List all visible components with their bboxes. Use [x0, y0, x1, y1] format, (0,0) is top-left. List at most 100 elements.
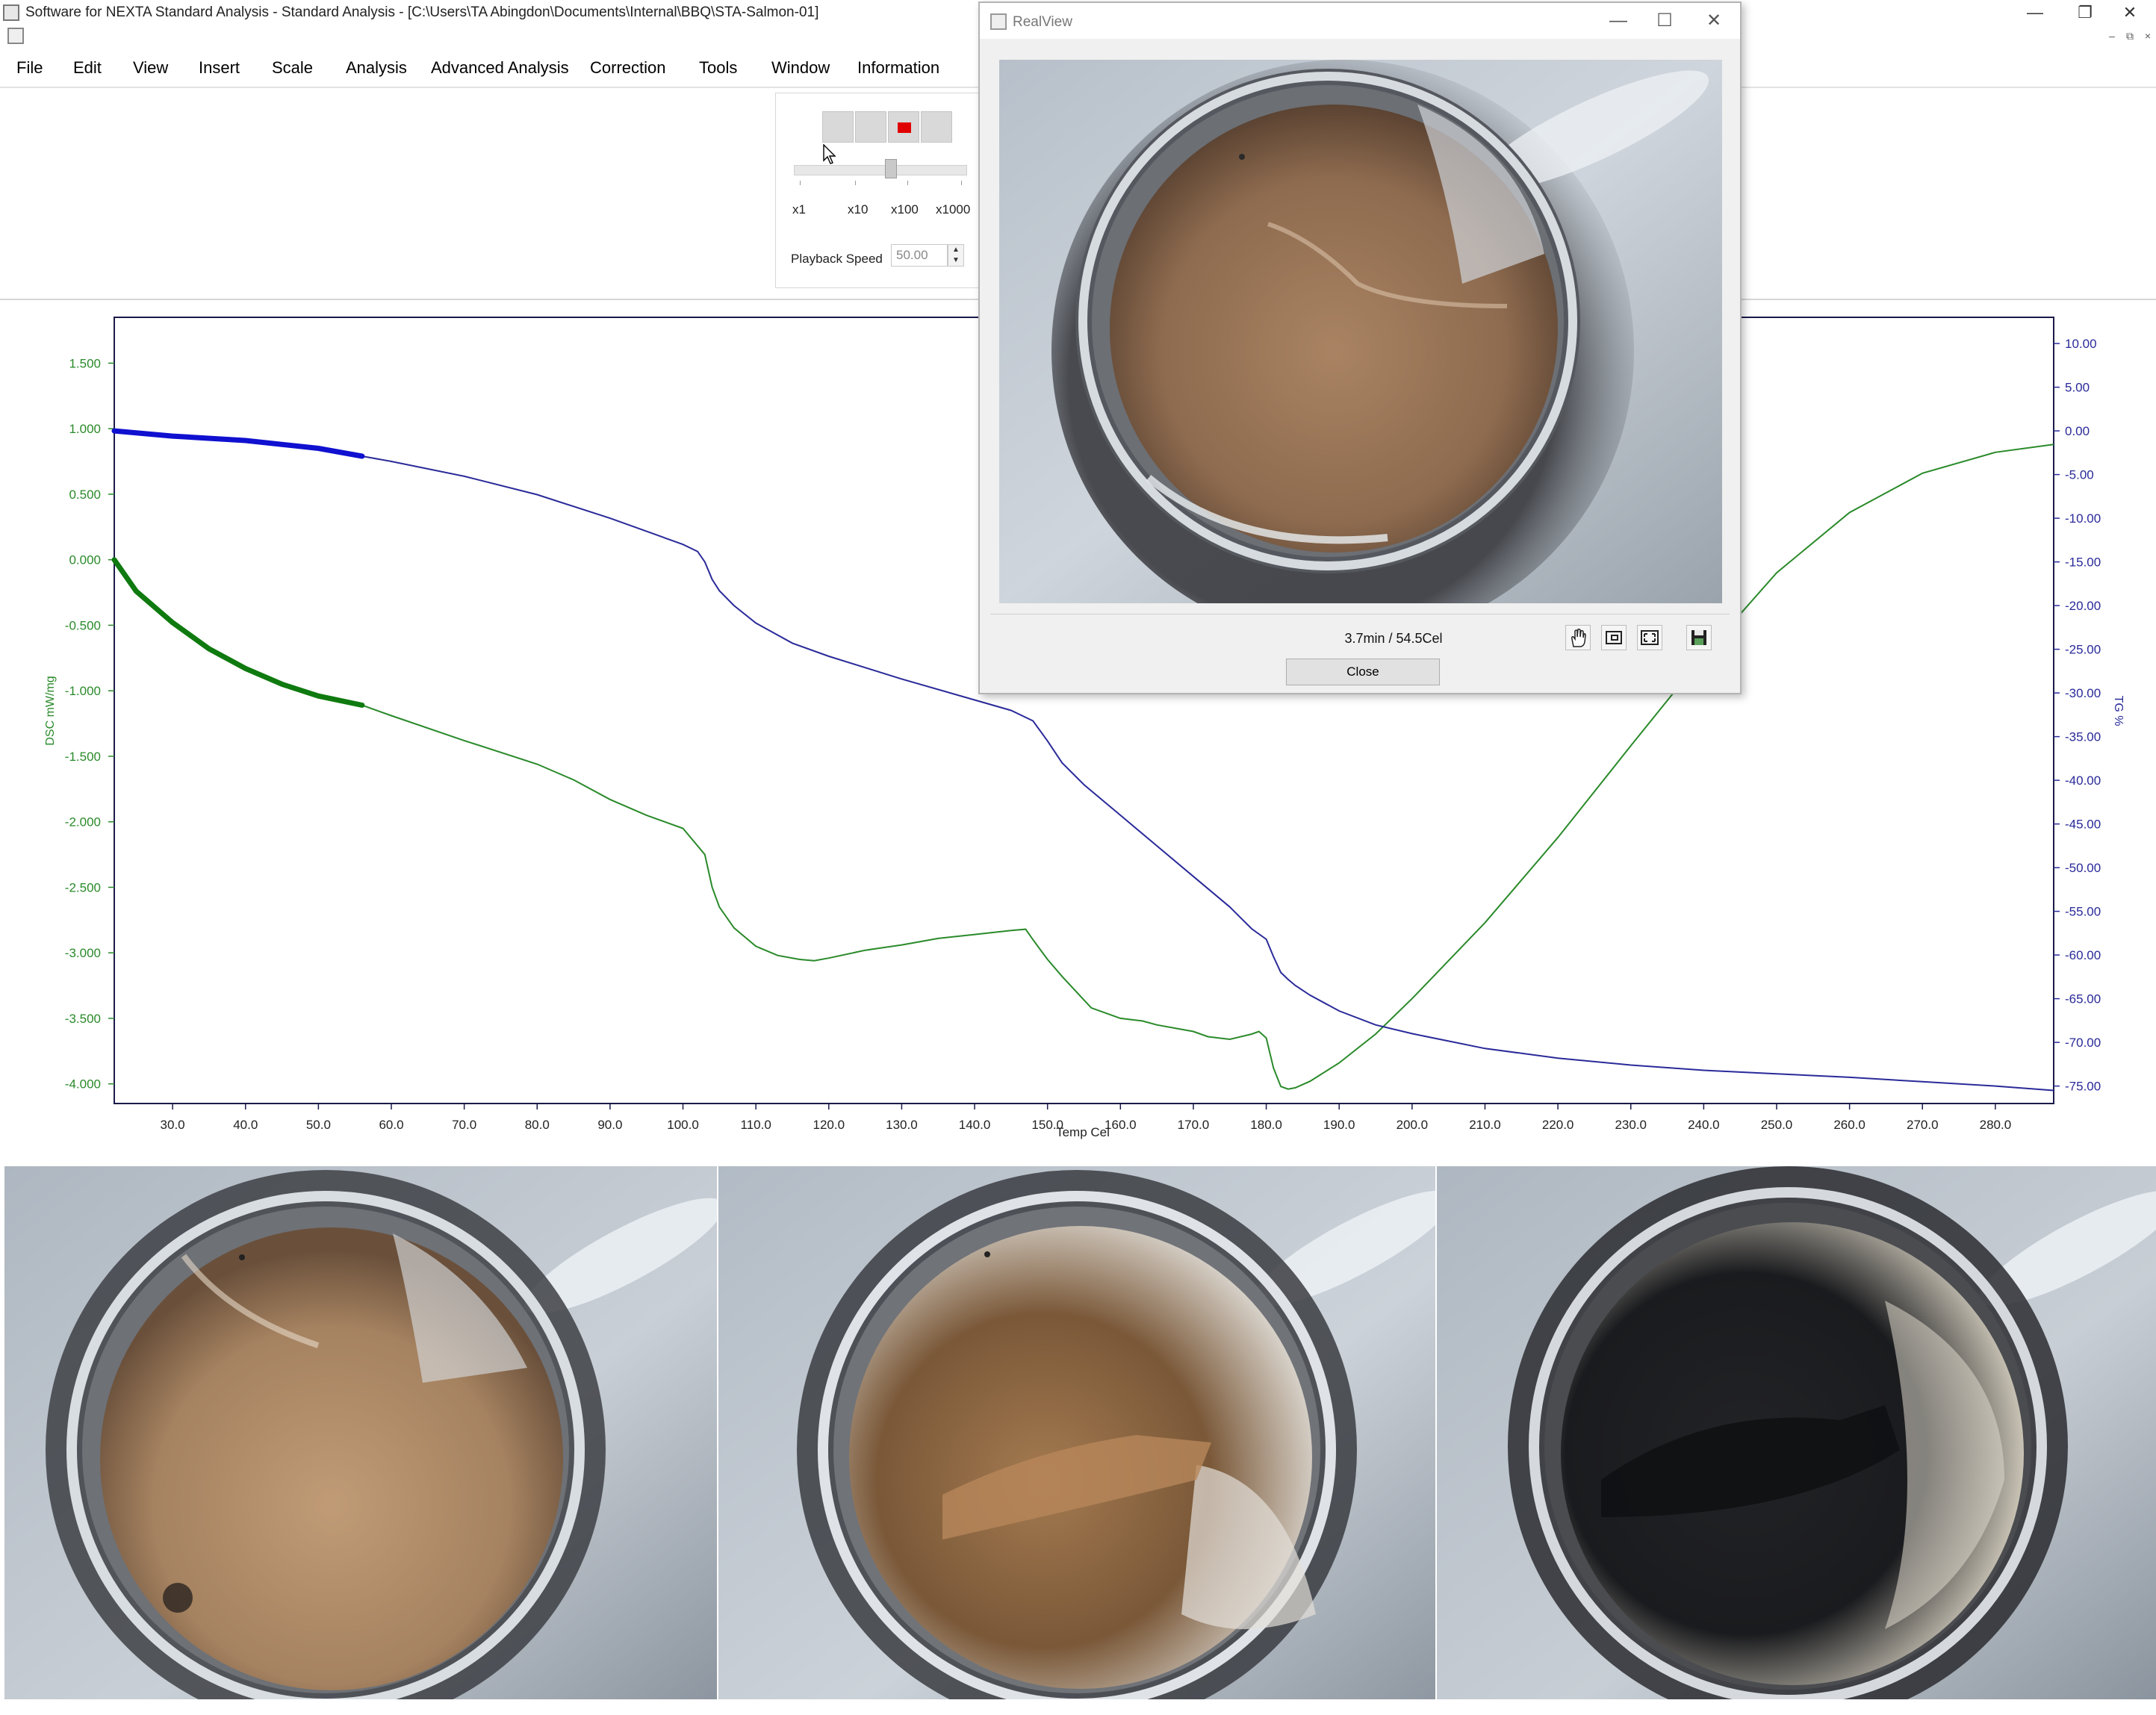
x-tick-label: 250.0 — [1761, 1118, 1793, 1132]
dsc-played-segment — [111, 557, 365, 708]
left-tick-label: 1.000 — [69, 422, 101, 436]
slider-tick — [907, 181, 908, 185]
right-tick-label: -65.00 — [2065, 992, 2101, 1006]
frame-icon[interactable] — [1601, 625, 1627, 650]
realview-close-button[interactable]: Close — [1286, 659, 1440, 685]
mdi-restore-button[interactable]: ⧉ — [2121, 28, 2139, 43]
hand-icon[interactable] — [1565, 625, 1591, 650]
slider-tick — [855, 181, 856, 185]
left-tick-label: -4.000 — [65, 1077, 101, 1092]
spin-up-icon[interactable]: ▲ — [948, 245, 963, 255]
menu-file[interactable]: File — [16, 58, 43, 78]
realview-minimize-button[interactable]: — — [1600, 7, 1637, 34]
left-tick-label: -3.500 — [65, 1012, 101, 1026]
fit-screen-icon[interactable] — [1637, 625, 1662, 650]
save-icon[interactable] — [1686, 625, 1712, 650]
pause-button[interactable] — [855, 111, 886, 143]
right-tick-label: -40.00 — [2065, 774, 2101, 788]
menu-view[interactable]: View — [133, 58, 168, 78]
right-tick-label: -45.00 — [2065, 818, 2101, 832]
left-tick-label: -0.500 — [65, 618, 101, 632]
x-tick-label: 260.0 — [1833, 1118, 1865, 1132]
menu-advanced-analysis[interactable]: Advanced Analysis — [431, 58, 569, 78]
x-tick-label: 140.0 — [959, 1118, 991, 1132]
right-tick-label: -50.00 — [2065, 861, 2101, 875]
menu-analysis[interactable]: Analysis — [346, 58, 407, 78]
stop-button[interactable] — [921, 111, 952, 143]
realview-dialog[interactable]: RealView — ☐ ✕ 3.7min / 54.5Cel Close — [978, 1, 1742, 694]
speed-scale-slider-thumb[interactable] — [885, 159, 897, 178]
record-button[interactable] — [888, 111, 919, 143]
x-tick-label: 70.0 — [452, 1118, 476, 1132]
right-axis-label: TG % — [2112, 696, 2125, 726]
app-icon[interactable] — [3, 4, 19, 21]
mdi-minimize-button[interactable]: – — [2103, 28, 2121, 43]
right-tick-label: -20.00 — [2065, 599, 2101, 613]
scale-label-x10: x10 — [848, 202, 869, 217]
x-tick-label: 30.0 — [161, 1118, 185, 1132]
x-tick-label: 220.0 — [1542, 1118, 1574, 1132]
menu-scale[interactable]: Scale — [272, 58, 313, 78]
realview-time-temp: 3.7min / 54.5Cel — [1344, 631, 1443, 646]
x-tick-label: 170.0 — [1178, 1118, 1210, 1132]
right-tick-label: -75.00 — [2065, 1080, 2101, 1094]
right-axis-ticks: 10.00 5.00 0.00 -5.00 -10.00 -15.00 -20.00 -25.… — [2054, 337, 2101, 1094]
realview-title: RealView — [1013, 14, 1072, 30]
left-tick-label: -1.000 — [65, 684, 101, 698]
x-tick-label: 110.0 — [741, 1118, 771, 1132]
menu-edit[interactable]: Edit — [73, 58, 102, 78]
spin-down-icon[interactable]: ▼ — [948, 255, 963, 266]
speed-scale-slider-track[interactable] — [794, 165, 967, 175]
play-button[interactable] — [822, 111, 854, 143]
right-tick-label: 0.00 — [2065, 424, 2090, 438]
slider-tick — [961, 181, 962, 185]
left-tick-label: 0.000 — [69, 553, 101, 567]
realview-live-image[interactable] — [999, 60, 1722, 603]
x-tick-label: 130.0 — [886, 1118, 918, 1132]
record-icon — [898, 122, 911, 133]
x-tick-label: 40.0 — [233, 1118, 258, 1132]
right-tick-label: -60.00 — [2065, 948, 2101, 962]
left-tick-label: 1.500 — [69, 356, 101, 370]
minimize-button[interactable]: — — [2009, 0, 2061, 25]
menu-correction[interactable]: Correction — [590, 58, 665, 78]
x-tick-label: 190.0 — [1323, 1118, 1355, 1132]
menu-window[interactable]: Window — [771, 58, 830, 78]
x-tick-label: 80.0 — [525, 1118, 550, 1132]
realview-title-bar[interactable]: RealView — ☐ ✕ — [980, 3, 1740, 39]
x-tick-label: 280.0 — [1980, 1118, 2012, 1132]
x-tick-label: 120.0 — [813, 1118, 845, 1132]
menu-tools[interactable]: Tools — [699, 58, 737, 78]
left-tick-label: -2.000 — [65, 815, 101, 830]
document-icon[interactable] — [7, 28, 24, 44]
realview-maximize-button[interactable]: ☐ — [1646, 7, 1683, 34]
right-tick-label: -70.00 — [2065, 1036, 2101, 1050]
realview-app-icon — [990, 13, 1007, 30]
slider-tick — [800, 181, 801, 185]
scale-label-x1: x1 — [792, 202, 806, 217]
close-button[interactable]: ✕ — [2104, 0, 2156, 25]
left-tick-label: -3.000 — [65, 946, 101, 960]
right-tick-label: 5.00 — [2065, 381, 2090, 395]
sample-photo-early — [4, 1166, 717, 1699]
playback-speed-label: Playback Speed — [791, 252, 883, 266]
x-tick-label: 270.0 — [1907, 1118, 1939, 1132]
mdi-close-button[interactable]: × — [2139, 28, 2156, 43]
mouse-cursor-icon — [823, 144, 836, 164]
realview-close-x-button[interactable]: ✕ — [1695, 7, 1733, 34]
menu-insert[interactable]: Insert — [199, 58, 240, 78]
x-tick-label: 210.0 — [1469, 1118, 1501, 1132]
menu-information[interactable]: Information — [857, 58, 939, 78]
right-tick-label: -10.00 — [2065, 511, 2101, 526]
x-tick-label: 90.0 — [597, 1118, 622, 1132]
playback-speed-spinner[interactable]: ▲ ▼ — [948, 244, 964, 267]
right-tick-label: -25.00 — [2065, 643, 2101, 657]
x-axis-label: Temp Cel — [1056, 1125, 1110, 1139]
left-axis-label: DSC mW/mg — [44, 676, 57, 745]
playback-speed-input[interactable] — [891, 244, 948, 267]
left-tick-label: 0.500 — [69, 488, 101, 502]
x-tick-label: 60.0 — [379, 1118, 403, 1132]
right-tick-label: -30.00 — [2065, 686, 2101, 700]
window-title: Software for NEXTA Standard Analysis - S… — [25, 4, 819, 20]
right-tick-label: -5.00 — [2065, 468, 2094, 482]
